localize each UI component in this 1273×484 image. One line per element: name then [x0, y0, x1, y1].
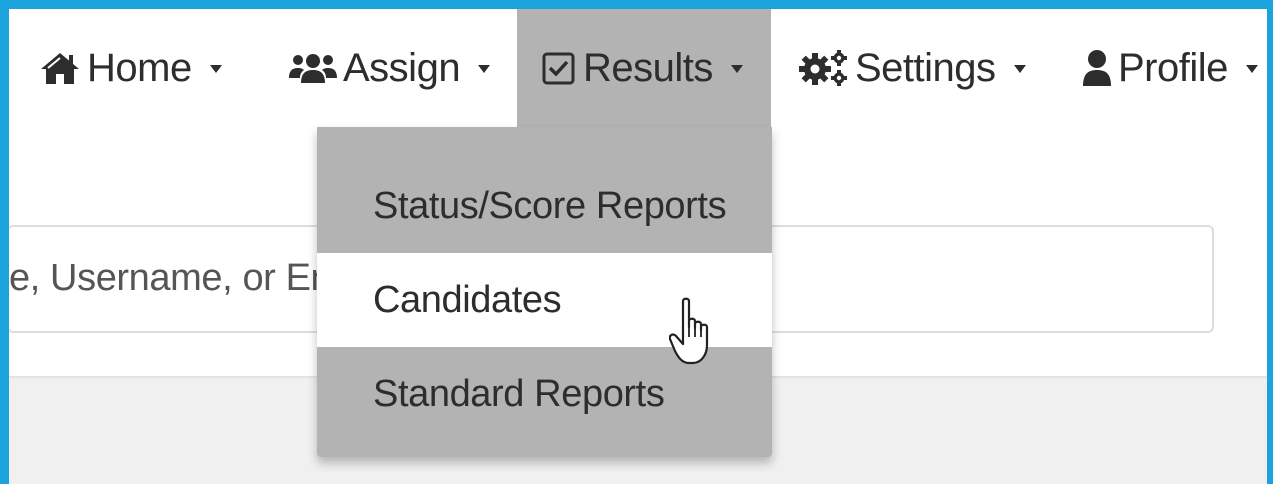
nav-settings-label: Settings	[855, 45, 996, 90]
chevron-down-icon	[1013, 65, 1026, 73]
menu-item-label: Status/Score Reports	[373, 184, 727, 227]
gears-icon	[799, 49, 849, 87]
results-dropdown-menu: Status/Score Reports Candidates Standard…	[317, 127, 772, 457]
nav-profile[interactable]: Profile	[1082, 9, 1258, 127]
nav-settings[interactable]: Settings	[799, 9, 1026, 127]
menu-item-status-score-reports[interactable]: Status/Score Reports	[317, 159, 772, 253]
nav-results-label: Results	[583, 45, 713, 90]
nav-assign-label: Assign	[343, 45, 461, 90]
hand-pointer-icon	[668, 297, 715, 367]
search-placeholder-text: e, Username, or Em	[9, 257, 329, 299]
chevron-down-icon	[730, 65, 743, 73]
nav-results[interactable]: Results	[517, 9, 771, 127]
app-frame: Home Assign Results Settings Profile e, …	[0, 0, 1273, 484]
chevron-down-icon	[1245, 65, 1258, 73]
chevron-down-icon	[478, 65, 491, 73]
menu-item-label: Standard Reports	[373, 372, 665, 415]
nav-profile-label: Profile	[1118, 45, 1228, 90]
menu-item-label: Candidates	[373, 278, 562, 321]
checkbox-icon	[541, 50, 577, 86]
user-icon	[1082, 49, 1112, 87]
